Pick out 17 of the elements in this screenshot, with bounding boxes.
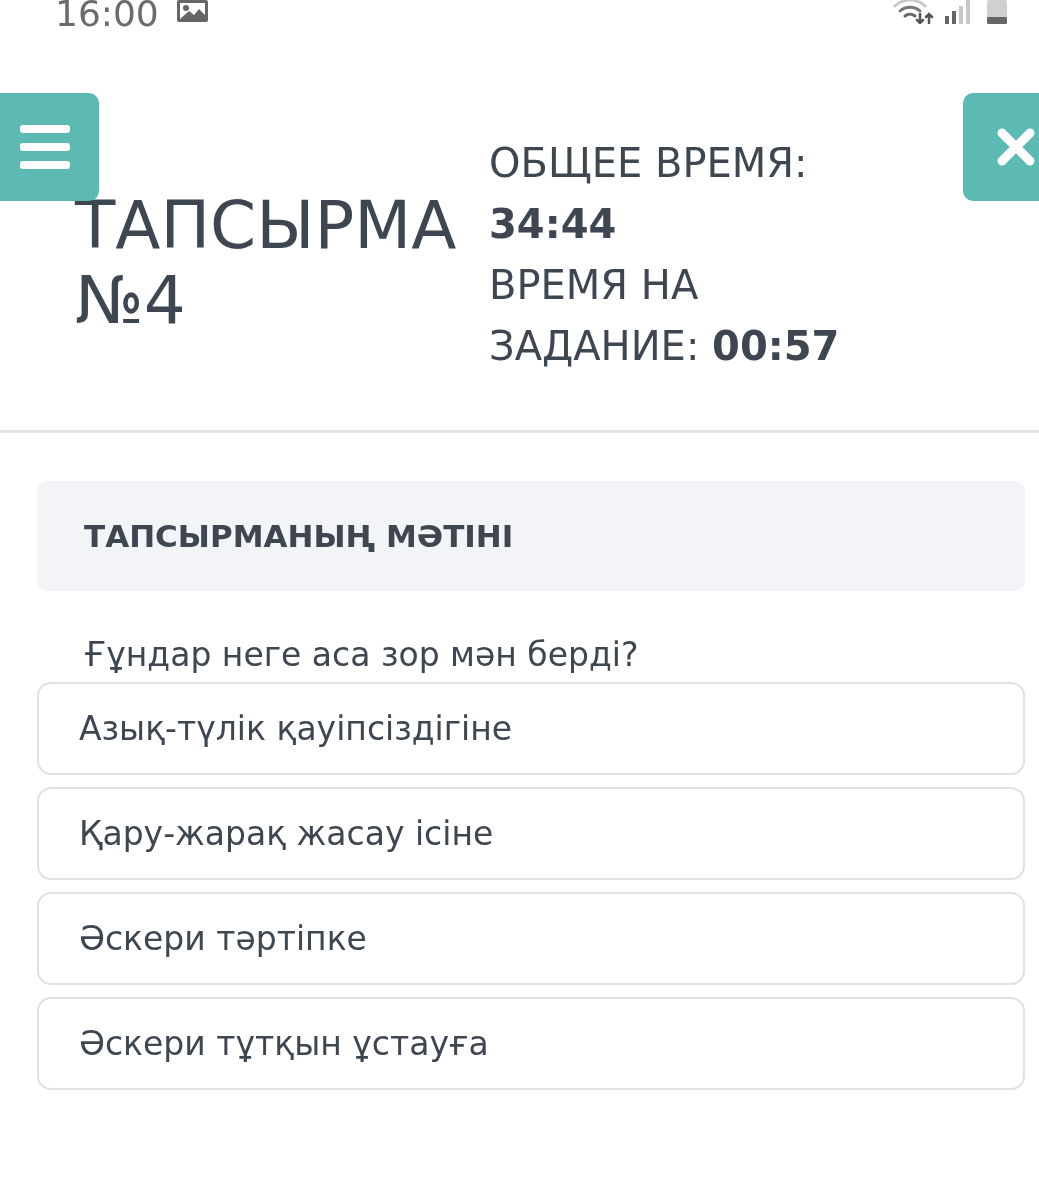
- answer-option[interactable]: Әскери тәртіпке: [37, 892, 1025, 985]
- close-icon: [997, 128, 1035, 166]
- task-title: ТАПСЫРМА №4: [75, 186, 458, 338]
- menu-icon: [20, 125, 70, 169]
- task-heading: ТАПСЫРМАНЫҢ МӘТІНІ: [84, 518, 514, 554]
- question-text: Ғұндар неге аса зор мән берді?: [84, 634, 639, 676]
- timer-text: ОБЩЕЕ ВРЕМЯ: 34:44: [489, 139, 809, 249]
- signal-icon: [945, 0, 972, 24]
- menu-button[interactable]: [0, 93, 99, 201]
- wifi-icon: [893, 0, 935, 24]
- close-button[interactable]: [963, 93, 1039, 201]
- timer-text: ВРЕМЯ НА ЗАДАНИЕ: 00:57: [489, 261, 841, 371]
- answer-option[interactable]: Қару-жарақ жасау ісіне: [37, 787, 1025, 880]
- answer-option[interactable]: Әскери тұтқын ұстауға: [37, 997, 1025, 1090]
- battery-icon: [987, 0, 1007, 24]
- image-icon: [176, 0, 208, 22]
- answer-option[interactable]: Азық-түлік қауіпсіздігіне: [37, 682, 1025, 775]
